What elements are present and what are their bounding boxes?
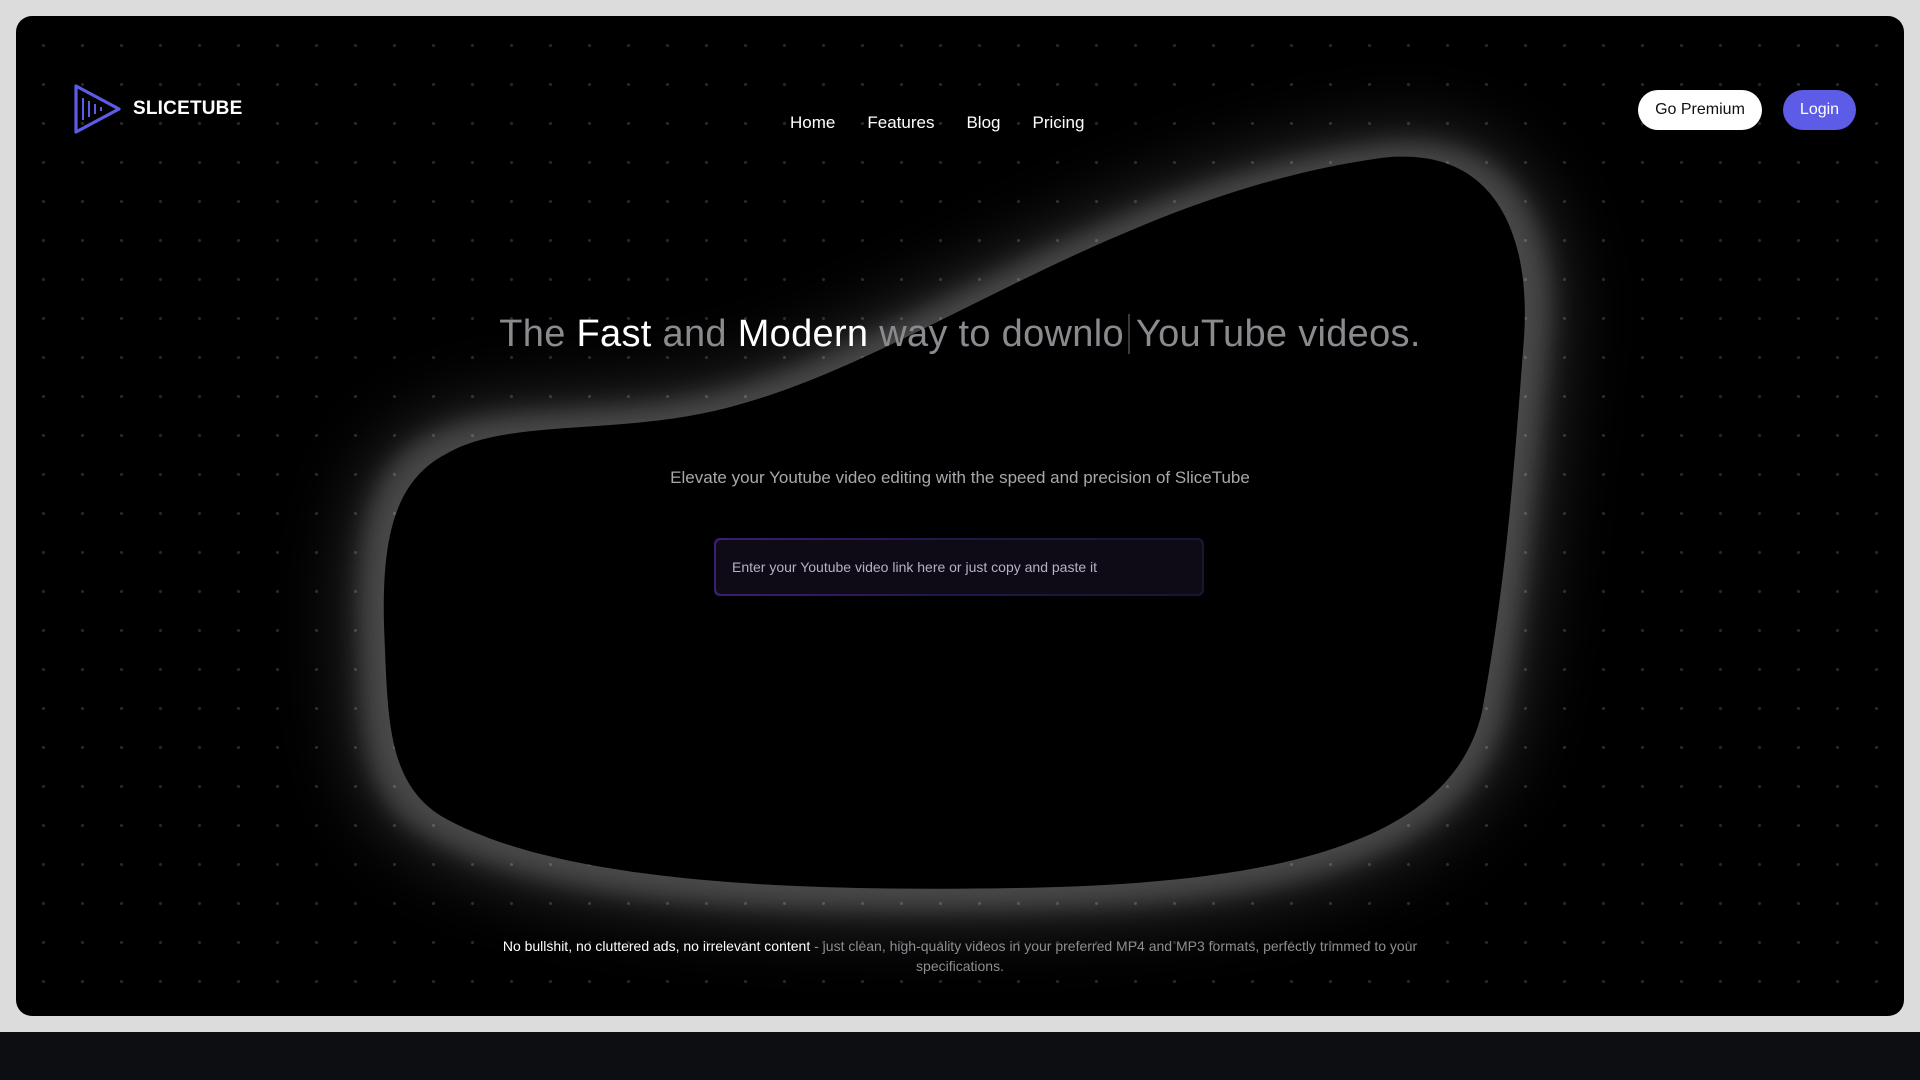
headline-highlight-fast: Fast xyxy=(576,313,652,355)
main-nav: Home Features Blog Pricing xyxy=(790,113,1084,133)
play-triangle-logo-icon xyxy=(74,84,121,134)
login-button[interactable]: Login xyxy=(1783,90,1856,130)
hero-headline: The Fast and Modern way to downlo YouTube… xyxy=(16,313,1904,356)
footer-tagline-strong: No bullshit, no cluttered ads, no irrele… xyxy=(502,938,811,954)
brand-name: SLICETUBE xyxy=(133,98,243,119)
bottom-bar xyxy=(0,1032,1920,1080)
nav-item-pricing[interactable]: Pricing xyxy=(1032,113,1084,133)
go-premium-button[interactable]: Go Premium xyxy=(1638,90,1762,130)
headline-part-3: and xyxy=(651,313,738,355)
footer-tagline-rest: - just clean, high-quality videos in you… xyxy=(810,938,1418,974)
headline-part-6: YouTube videos. xyxy=(1135,313,1421,355)
brand-logo[interactable]: SLICETUBE xyxy=(71,82,242,136)
typing-caret xyxy=(1127,314,1130,354)
headline-typing-text: way to downlo xyxy=(868,313,1124,355)
footer-tagline: No bullshit, no cluttered ads, no irrele… xyxy=(16,936,1904,976)
headline-highlight-modern: Modern xyxy=(737,313,869,355)
youtube-url-input[interactable] xyxy=(716,540,1202,594)
nav-item-features[interactable]: Features xyxy=(867,113,934,133)
page-frame: SLICETUBE Home Features Blog Pricing Go … xyxy=(16,16,1904,1016)
top-navigation-bar: SLICETUBE Home Features Blog Pricing Go … xyxy=(16,16,1904,134)
headline-part-1: The xyxy=(499,313,577,355)
hero-subtitle: Elevate your Youtube video editing with … xyxy=(670,468,1250,487)
nav-item-home[interactable]: Home xyxy=(790,113,835,133)
dot-grid-background xyxy=(16,16,1904,1016)
footer-tagline-inner: No bullshit, no cluttered ads, no irrele… xyxy=(490,936,1430,976)
url-input-container xyxy=(714,538,1204,596)
nav-item-blog[interactable]: Blog xyxy=(966,113,1000,133)
